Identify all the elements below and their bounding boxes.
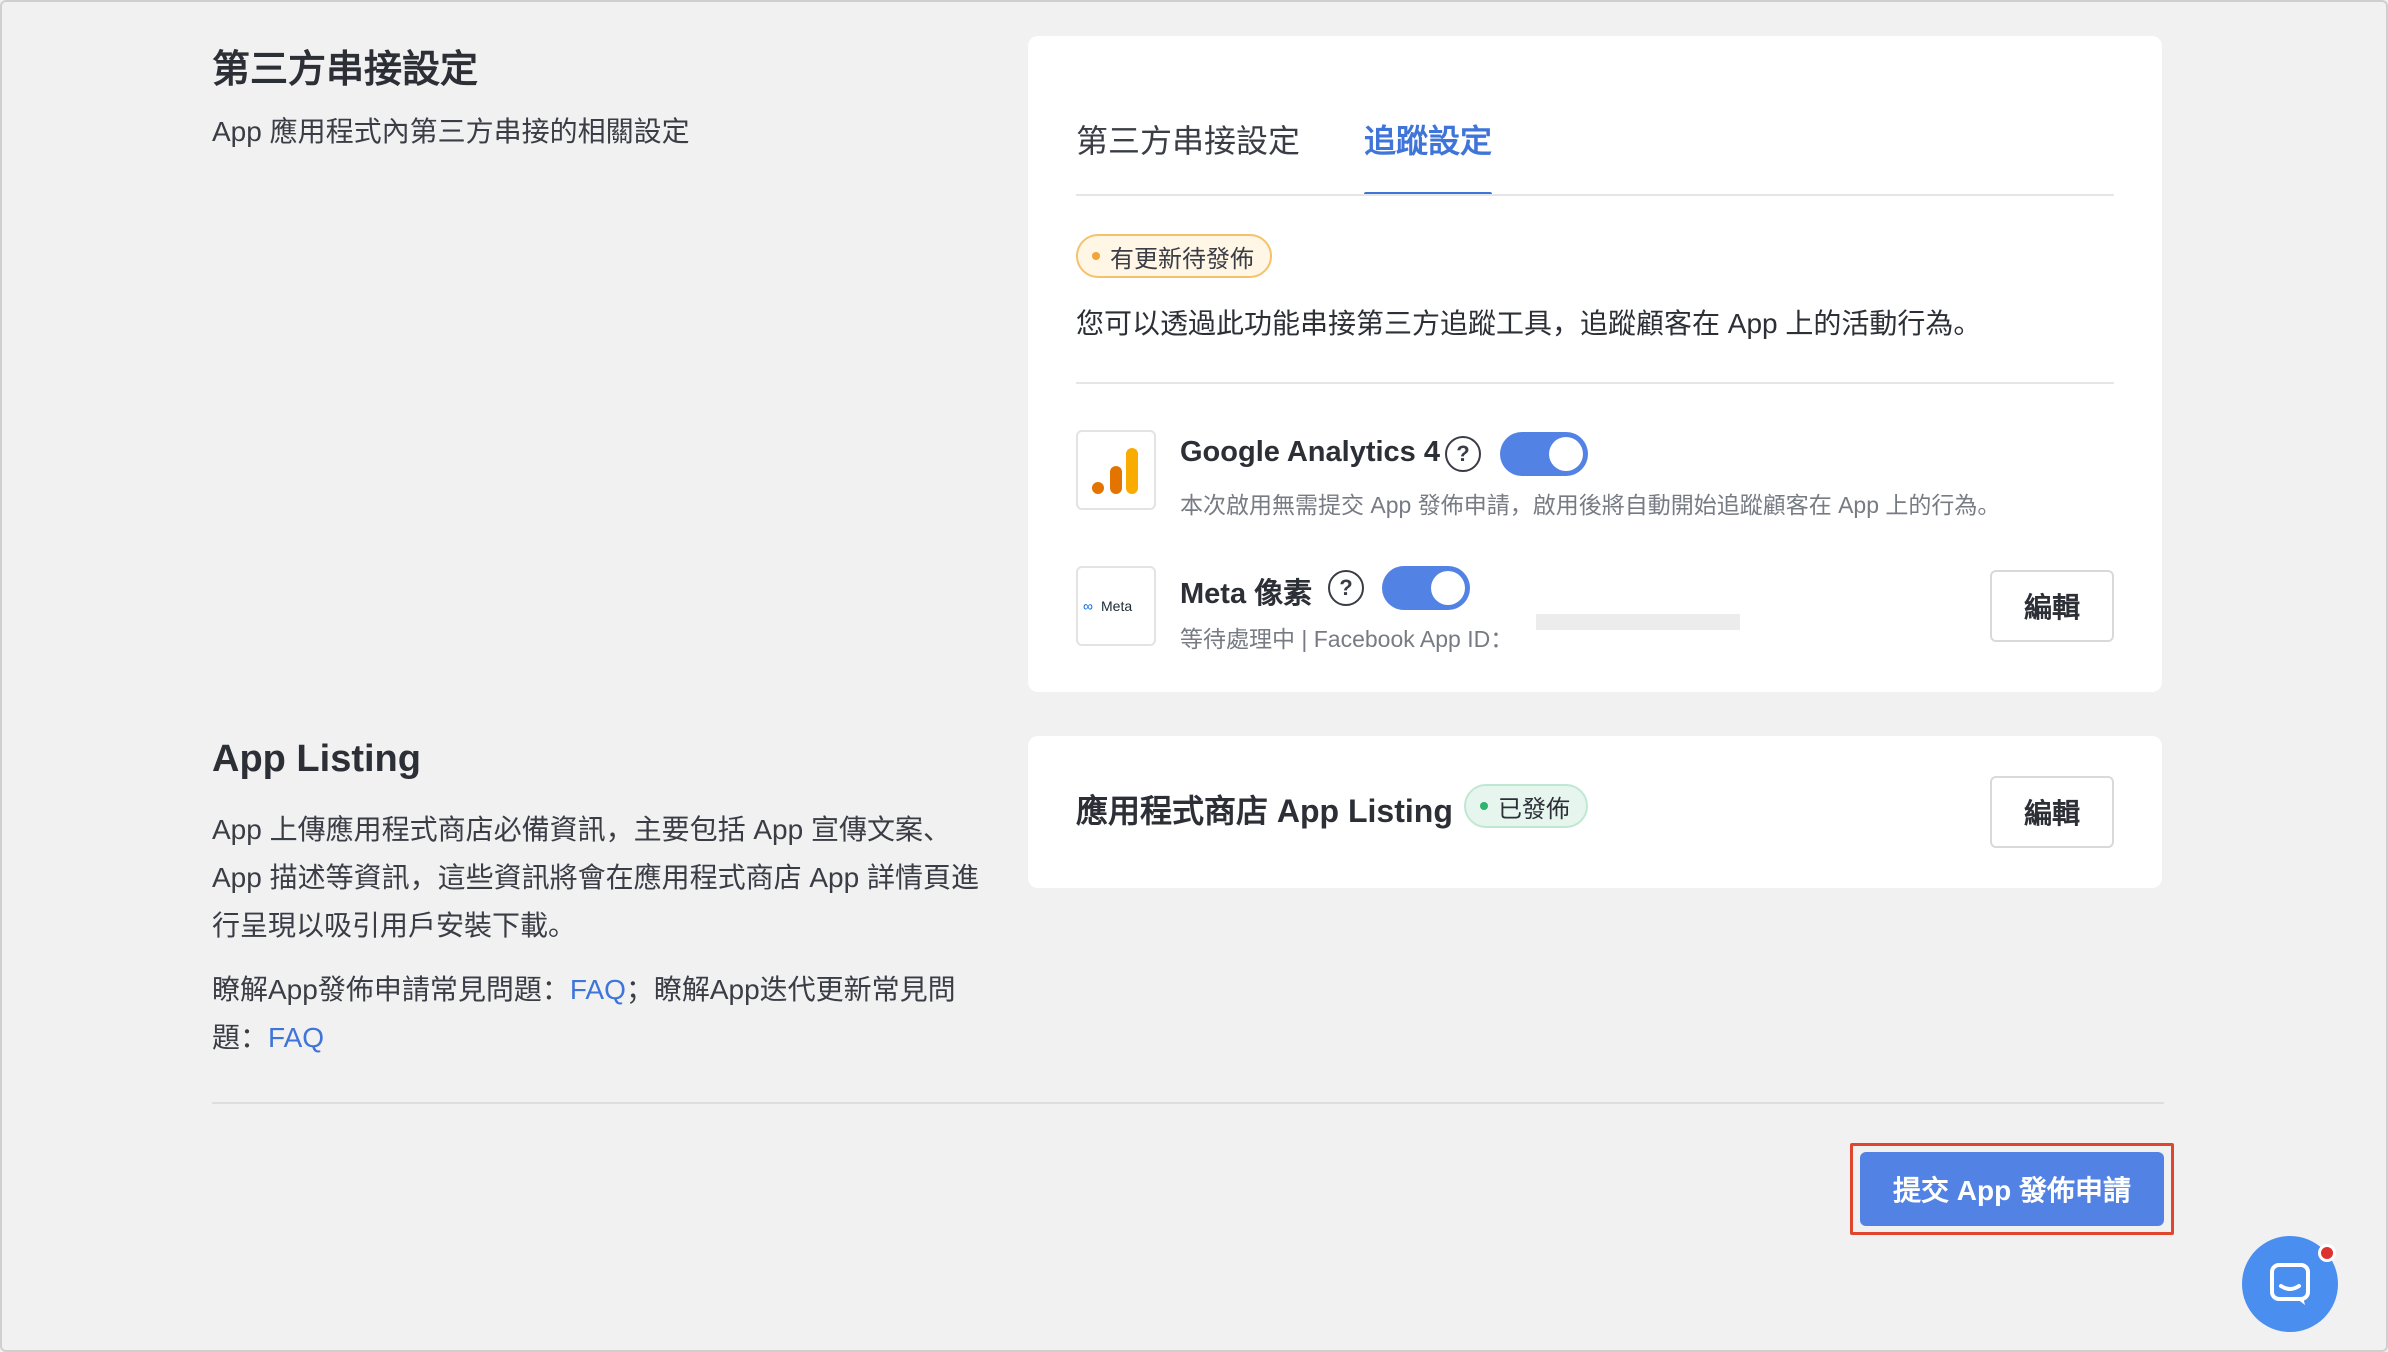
chat-notification-dot [2318,1244,2336,1262]
tracking-card: 第三方串接設定 追蹤設定 有更新待發佈 您可以透過此功能串接第三方追蹤工具，追蹤… [1028,36,2162,692]
meta-toggle[interactable] [1382,566,1470,610]
tabs-divider [1076,194,2114,196]
ga4-help-icon[interactable]: ? [1445,436,1481,472]
google-analytics-icon [1076,430,1156,510]
published-badge-label: 已發佈 [1498,795,1570,823]
published-badge: 已發佈 [1464,784,1588,828]
app-listing-desc: App 上傳應用程式商店必備資訊，主要包括 App 宣傳文案、App 描述等資訊… [212,814,979,941]
ga4-toggle[interactable] [1500,432,1588,476]
app-listing-card: 應用程式商店 App Listing 已發佈 編輯 [1028,736,2162,888]
meta-edit-button[interactable]: 編輯 [1990,570,2114,642]
facebook-app-id-redacted [1536,614,1740,630]
app-listing-edit-button[interactable]: 編輯 [1990,776,2114,848]
faq-prefix-1: 瞭解App發佈申請常見問題： [212,974,570,1005]
ga4-name: Google Analytics 4 [1180,436,1440,468]
ga4-toggle-knob [1549,437,1583,471]
faq-link-iteration[interactable]: FAQ [268,1022,324,1053]
submit-app-release-button[interactable]: 提交 App 發佈申請 [1860,1152,2164,1226]
intro-divider [1076,382,2114,384]
pending-dot-icon [1092,252,1100,260]
meta-logo: ∞ Meta [1076,566,1156,646]
svg-text:Meta: Meta [1101,598,1132,614]
footer-divider [212,1102,2164,1104]
pending-update-badge: 有更新待發佈 [1076,234,1272,278]
faq-paragraph: 瞭解App發佈申請常見問題：FAQ；瞭解App迭代更新常見問題：FAQ [212,966,992,1062]
tracking-intro-text: 您可以透過此功能串接第三方追蹤工具，追蹤顧客在 App 上的活動行為。 [1076,308,1982,339]
third-party-section-desc: App 應用程式內第三方串接的相關設定 [212,116,690,147]
app-listing-card-title: 應用程式商店 App Listing [1076,793,1453,829]
tab-third-party-settings[interactable]: 第三方串接設定 [1076,116,1300,162]
app-listing-section-title: App Listing [212,738,421,780]
ga4-subtitle: 本次啟用無需提交 App 發佈申請，啟用後將自動開始追蹤顧客在 App 上的行為… [1180,492,2001,518]
published-dot-icon [1480,802,1488,810]
pending-badge-label: 有更新待發佈 [1110,245,1254,273]
meta-subtitle: 等待處理中 | Facebook App ID： [1180,626,1514,652]
tab-tracking-settings[interactable]: 追蹤設定 [1364,116,1492,162]
meta-toggle-knob [1431,571,1465,605]
third-party-section-title: 第三方串接設定 [212,49,479,91]
faq-link-publish[interactable]: FAQ [570,974,626,1005]
svg-text:∞: ∞ [1083,598,1093,614]
meta-help-icon[interactable]: ? [1328,570,1364,606]
meta-pixel-name: Meta 像素 [1180,578,1313,610]
